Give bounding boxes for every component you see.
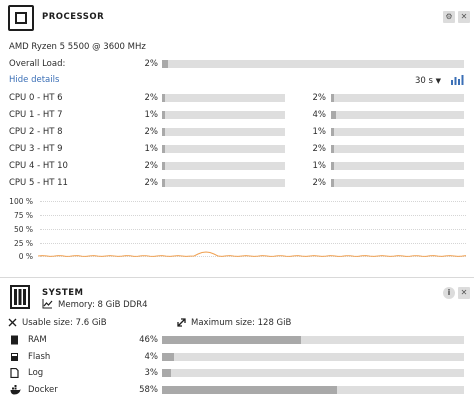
- overall-load-pct: 2%: [144, 59, 159, 69]
- system-usage-pct: 3%: [144, 368, 159, 378]
- system-title: SYSTEM: [42, 288, 84, 298]
- core-label: CPU 5 - HT 11: [9, 178, 68, 188]
- system-usage-bar: [162, 353, 464, 361]
- hide-details-link[interactable]: Hide details: [9, 75, 59, 85]
- system-usage-bar: [162, 336, 464, 344]
- core-bar-b: [331, 94, 464, 102]
- memory-icon: [9, 285, 31, 309]
- core-fill-a: [162, 111, 165, 119]
- core-fill-a: [162, 162, 165, 170]
- core-pct-a: 2%: [144, 93, 159, 103]
- interval-select[interactable]: 30 s ▼: [415, 76, 441, 86]
- core-bar-b: [331, 145, 464, 153]
- core-bar-a: [162, 94, 285, 102]
- core-fill-a: [162, 145, 165, 153]
- line-chart-icon[interactable]: [42, 299, 53, 309]
- graph-grid-line: [40, 229, 466, 230]
- overall-load-label: Overall Load:: [9, 59, 66, 69]
- core-pct-a: 1%: [144, 144, 159, 154]
- close-icon[interactable]: ✕: [458, 287, 470, 299]
- core-bar-b: [331, 111, 464, 119]
- system-usage-pct: 46%: [139, 335, 158, 345]
- core-pct-a: 2%: [144, 178, 159, 188]
- expand-icon: [177, 318, 186, 327]
- docker-icon: [10, 385, 21, 395]
- core-fill-b: [331, 94, 334, 102]
- system-usage-fill: [162, 353, 174, 361]
- cpu-icon: [8, 5, 34, 31]
- chevron-down-icon: ▼: [435, 77, 442, 85]
- graph-y-label: 100 %: [9, 197, 33, 206]
- core-fill-b: [331, 145, 334, 153]
- flash-icon: [10, 352, 21, 362]
- core-bar-b: [331, 162, 464, 170]
- graph-grid-line: [40, 243, 466, 244]
- core-fill-a: [162, 128, 165, 136]
- system-usage-fill: [162, 336, 301, 344]
- system-usage-label: Flash: [28, 352, 51, 362]
- system-usage-label: RAM: [28, 335, 47, 345]
- memory-summary: Memory: 8 GiB DDR4: [58, 300, 148, 310]
- core-pct-a: 1%: [144, 110, 159, 120]
- bar-chart-icon[interactable]: [450, 74, 464, 86]
- core-fill-a: [162, 94, 165, 102]
- core-bar-a: [162, 145, 285, 153]
- system-usage-bar: [162, 386, 464, 394]
- core-pct-a: 2%: [144, 161, 159, 171]
- core-pct-b: 1%: [312, 161, 327, 171]
- core-fill-b: [331, 128, 334, 136]
- core-bar-a: [162, 179, 285, 187]
- core-label: CPU 4 - HT 10: [9, 161, 68, 171]
- system-usage-pct: 4%: [144, 352, 159, 362]
- core-pct-a: 2%: [144, 127, 159, 137]
- shrink-icon: [8, 318, 17, 327]
- core-bar-a: [162, 128, 285, 136]
- graph-y-label: 50 %: [13, 225, 33, 234]
- core-label: CPU 0 - HT 6: [9, 93, 63, 103]
- cpu-load-line: [38, 251, 467, 257]
- interval-value: 30 s: [415, 76, 433, 86]
- system-usage-fill: [162, 386, 337, 394]
- overall-load-fill: [162, 60, 168, 68]
- log-icon: [10, 367, 21, 379]
- core-bar-b: [331, 179, 464, 187]
- core-pct-b: 4%: [312, 110, 327, 120]
- graph-grid-line: [40, 215, 466, 216]
- graph-y-label: 25 %: [13, 239, 33, 248]
- close-icon[interactable]: ✕: [458, 11, 470, 23]
- cpu-model: AMD Ryzen 5 5500 @ 3600 MHz: [9, 42, 146, 52]
- core-fill-a: [162, 179, 165, 187]
- core-pct-b: 2%: [312, 93, 327, 103]
- core-pct-b: 1%: [312, 127, 327, 137]
- core-fill-b: [331, 179, 334, 187]
- system-usage-pct: 58%: [139, 385, 158, 395]
- core-bar-a: [162, 162, 285, 170]
- overall-load-bar: [162, 60, 464, 68]
- core-bar-b: [331, 128, 464, 136]
- graph-y-label: 0 %: [18, 252, 33, 261]
- graph-grid-line: [40, 201, 466, 202]
- core-fill-b: [331, 162, 334, 170]
- core-bar-a: [162, 111, 285, 119]
- ram-icon: [10, 335, 21, 345]
- core-label: CPU 1 - HT 7: [9, 110, 63, 120]
- panel-divider: [0, 277, 474, 278]
- core-fill-b: [331, 111, 336, 119]
- system-usage-fill: [162, 369, 171, 377]
- core-label: CPU 2 - HT 8: [9, 127, 63, 137]
- system-usage-bar: [162, 369, 464, 377]
- system-usage-label: Log: [28, 368, 44, 378]
- usable-size: Usable size: 7.6 GiB: [22, 318, 107, 328]
- graph-y-label: 75 %: [13, 211, 33, 220]
- gear-icon[interactable]: ⚙: [443, 11, 455, 23]
- core-pct-b: 2%: [312, 144, 327, 154]
- graph-svg: [38, 251, 467, 257]
- core-label: CPU 3 - HT 9: [9, 144, 63, 154]
- system-usage-label: Docker: [28, 385, 58, 395]
- info-icon[interactable]: i: [443, 287, 455, 299]
- processor-title: PROCESSOR: [42, 12, 105, 22]
- core-pct-b: 2%: [312, 178, 327, 188]
- maximum-size: Maximum size: 128 GiB: [191, 318, 292, 328]
